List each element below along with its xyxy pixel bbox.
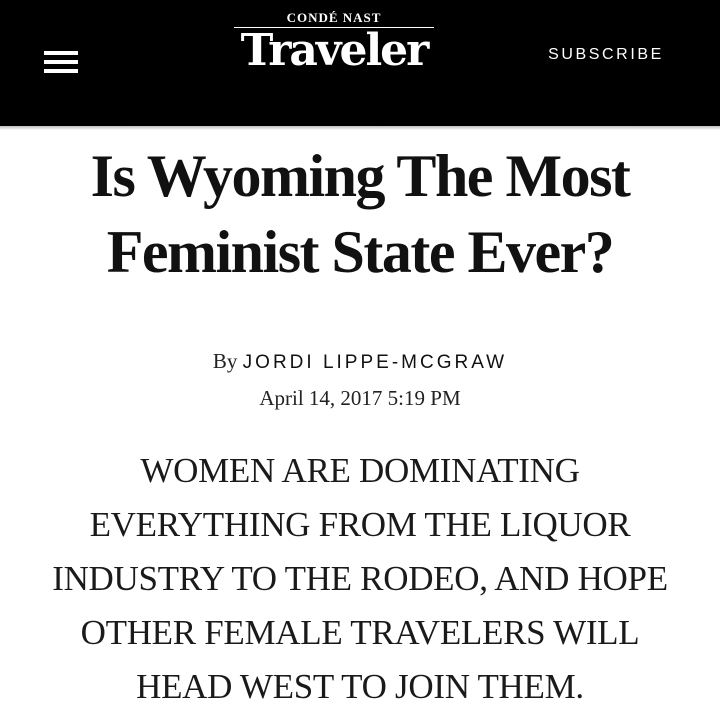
author-link[interactable]: JORDI LIPPE-MCGRAW bbox=[243, 352, 507, 373]
byline: By JORDI LIPPE-MCGRAW bbox=[0, 346, 720, 379]
article-headline: Is Wyoming The Most Feminist State Ever? bbox=[90, 143, 631, 285]
menu-line bbox=[44, 51, 78, 55]
byline-prefix: By bbox=[212, 349, 243, 373]
logo-wordmark: Traveler bbox=[240, 25, 430, 76]
article-dek: WOMEN ARE DOMINATING EVERYTHING FROM THE… bbox=[52, 451, 668, 706]
subscribe-link[interactable]: SUBSCRIBE bbox=[536, 44, 676, 66]
hamburger-menu-icon[interactable] bbox=[44, 48, 80, 76]
menu-line bbox=[44, 60, 78, 64]
publish-date: April 14, 2017 5:19 PM bbox=[259, 386, 461, 410]
menu-line bbox=[44, 69, 78, 73]
site-logo[interactable]: CONDÉ NAST Traveler bbox=[232, 8, 436, 76]
header-shadow bbox=[0, 126, 720, 130]
site-header: CONDÉ NAST Traveler SUBSCRIBE bbox=[0, 0, 720, 126]
